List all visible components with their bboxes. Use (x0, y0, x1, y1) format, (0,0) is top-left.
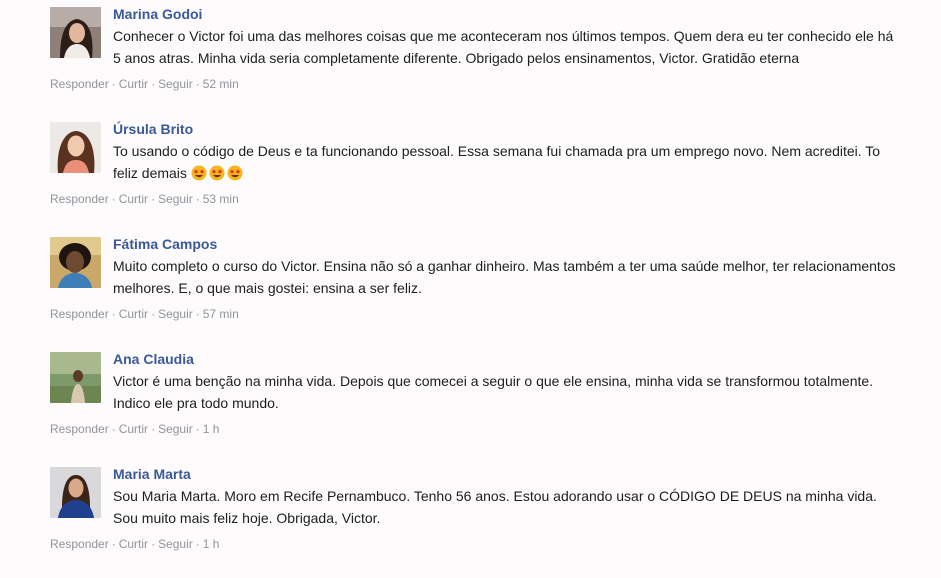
follow-link[interactable]: Seguir (158, 307, 193, 321)
author-name[interactable]: Fátima Campos (113, 234, 217, 254)
comment-item: Maria Marta Sou Maria Marta. Moro em Rec… (0, 464, 941, 577)
star-struck-emoji-icon (227, 165, 243, 180)
comment-item: Marina Godoi Conhecer o Victor foi uma d… (0, 4, 941, 117)
timestamp[interactable]: 53 min (203, 192, 239, 206)
reply-link[interactable]: Responder (50, 192, 109, 206)
comment-actions: Responder · Curtir · Seguir · 52 min (50, 76, 239, 92)
timestamp[interactable]: 1 h (203, 537, 220, 551)
follow-link[interactable]: Seguir (158, 537, 193, 551)
follow-link[interactable]: Seguir (158, 422, 193, 436)
avatar-photo (50, 352, 101, 403)
timestamp[interactable]: 52 min (203, 77, 239, 91)
reply-link[interactable]: Responder (50, 307, 109, 321)
star-struck-emoji-icon (191, 165, 207, 180)
follow-link[interactable]: Seguir (158, 77, 193, 91)
like-link[interactable]: Curtir (119, 307, 148, 321)
timestamp[interactable]: 1 h (203, 422, 220, 436)
star-struck-emoji-icon (209, 165, 225, 180)
separator: · (195, 422, 200, 436)
separator: · (195, 192, 200, 206)
separator: · (195, 77, 200, 91)
reply-link[interactable]: Responder (50, 537, 109, 551)
separator: · (111, 77, 116, 91)
avatar[interactable] (50, 7, 101, 58)
timestamp[interactable]: 57 min (203, 307, 239, 321)
reply-link[interactable]: Responder (50, 422, 109, 436)
reply-link[interactable]: Responder (50, 77, 109, 91)
separator: · (111, 307, 116, 321)
comment-text: Victor é uma benção na minha vida. Depoi… (113, 373, 874, 411)
comment-item: Ana Claudia Victor é uma benção na minha… (0, 349, 941, 462)
separator: · (111, 537, 116, 551)
comment-text: To usando o código de Deus e ta funciona… (113, 141, 903, 184)
author-name[interactable]: Ana Claudia (113, 349, 194, 369)
separator: · (151, 307, 156, 321)
separator: · (195, 537, 200, 551)
separator: · (111, 422, 116, 436)
avatar-photo (50, 7, 101, 58)
follow-link[interactable]: Seguir (158, 192, 193, 206)
author-name[interactable]: Marina Godoi (113, 4, 202, 24)
like-link[interactable]: Curtir (119, 192, 148, 206)
separator: · (111, 192, 116, 206)
comment-item: Úrsula Brito To usando o código de Deus … (0, 119, 941, 232)
separator: · (195, 307, 200, 321)
comment-list: Marina Godoi Conhecer o Victor foi uma d… (0, 0, 941, 578)
author-name[interactable]: Úrsula Brito (113, 119, 193, 139)
separator: · (151, 422, 156, 436)
like-link[interactable]: Curtir (119, 77, 148, 91)
avatar[interactable] (50, 352, 101, 403)
comment-actions: Responder · Curtir · Seguir · 57 min (50, 306, 239, 322)
like-link[interactable]: Curtir (119, 537, 148, 551)
comment-actions: Responder · Curtir · Seguir · 1 h (50, 536, 219, 552)
comment-actions: Responder · Curtir · Seguir · 1 h (50, 421, 219, 437)
avatar-photo (50, 237, 101, 288)
comment-text: Muito completo o curso do Victor. Ensina… (113, 258, 896, 296)
avatar-photo (50, 122, 101, 173)
author-name[interactable]: Maria Marta (113, 464, 191, 484)
like-link[interactable]: Curtir (119, 422, 148, 436)
comment-text: Conhecer o Victor foi uma das melhores c… (113, 28, 894, 66)
avatar-photo (50, 467, 101, 518)
comment-text: Sou Maria Marta. Moro em Recife Pernambu… (113, 488, 877, 526)
star-struck-emoji-group (191, 165, 245, 181)
separator: · (151, 77, 156, 91)
avatar[interactable] (50, 237, 101, 288)
separator: · (151, 537, 156, 551)
comment-actions: Responder · Curtir · Seguir · 53 min (50, 191, 239, 207)
avatar[interactable] (50, 467, 101, 518)
comment-item: Fátima Campos Muito completo o curso do … (0, 234, 941, 347)
avatar[interactable] (50, 122, 101, 173)
separator: · (151, 192, 156, 206)
